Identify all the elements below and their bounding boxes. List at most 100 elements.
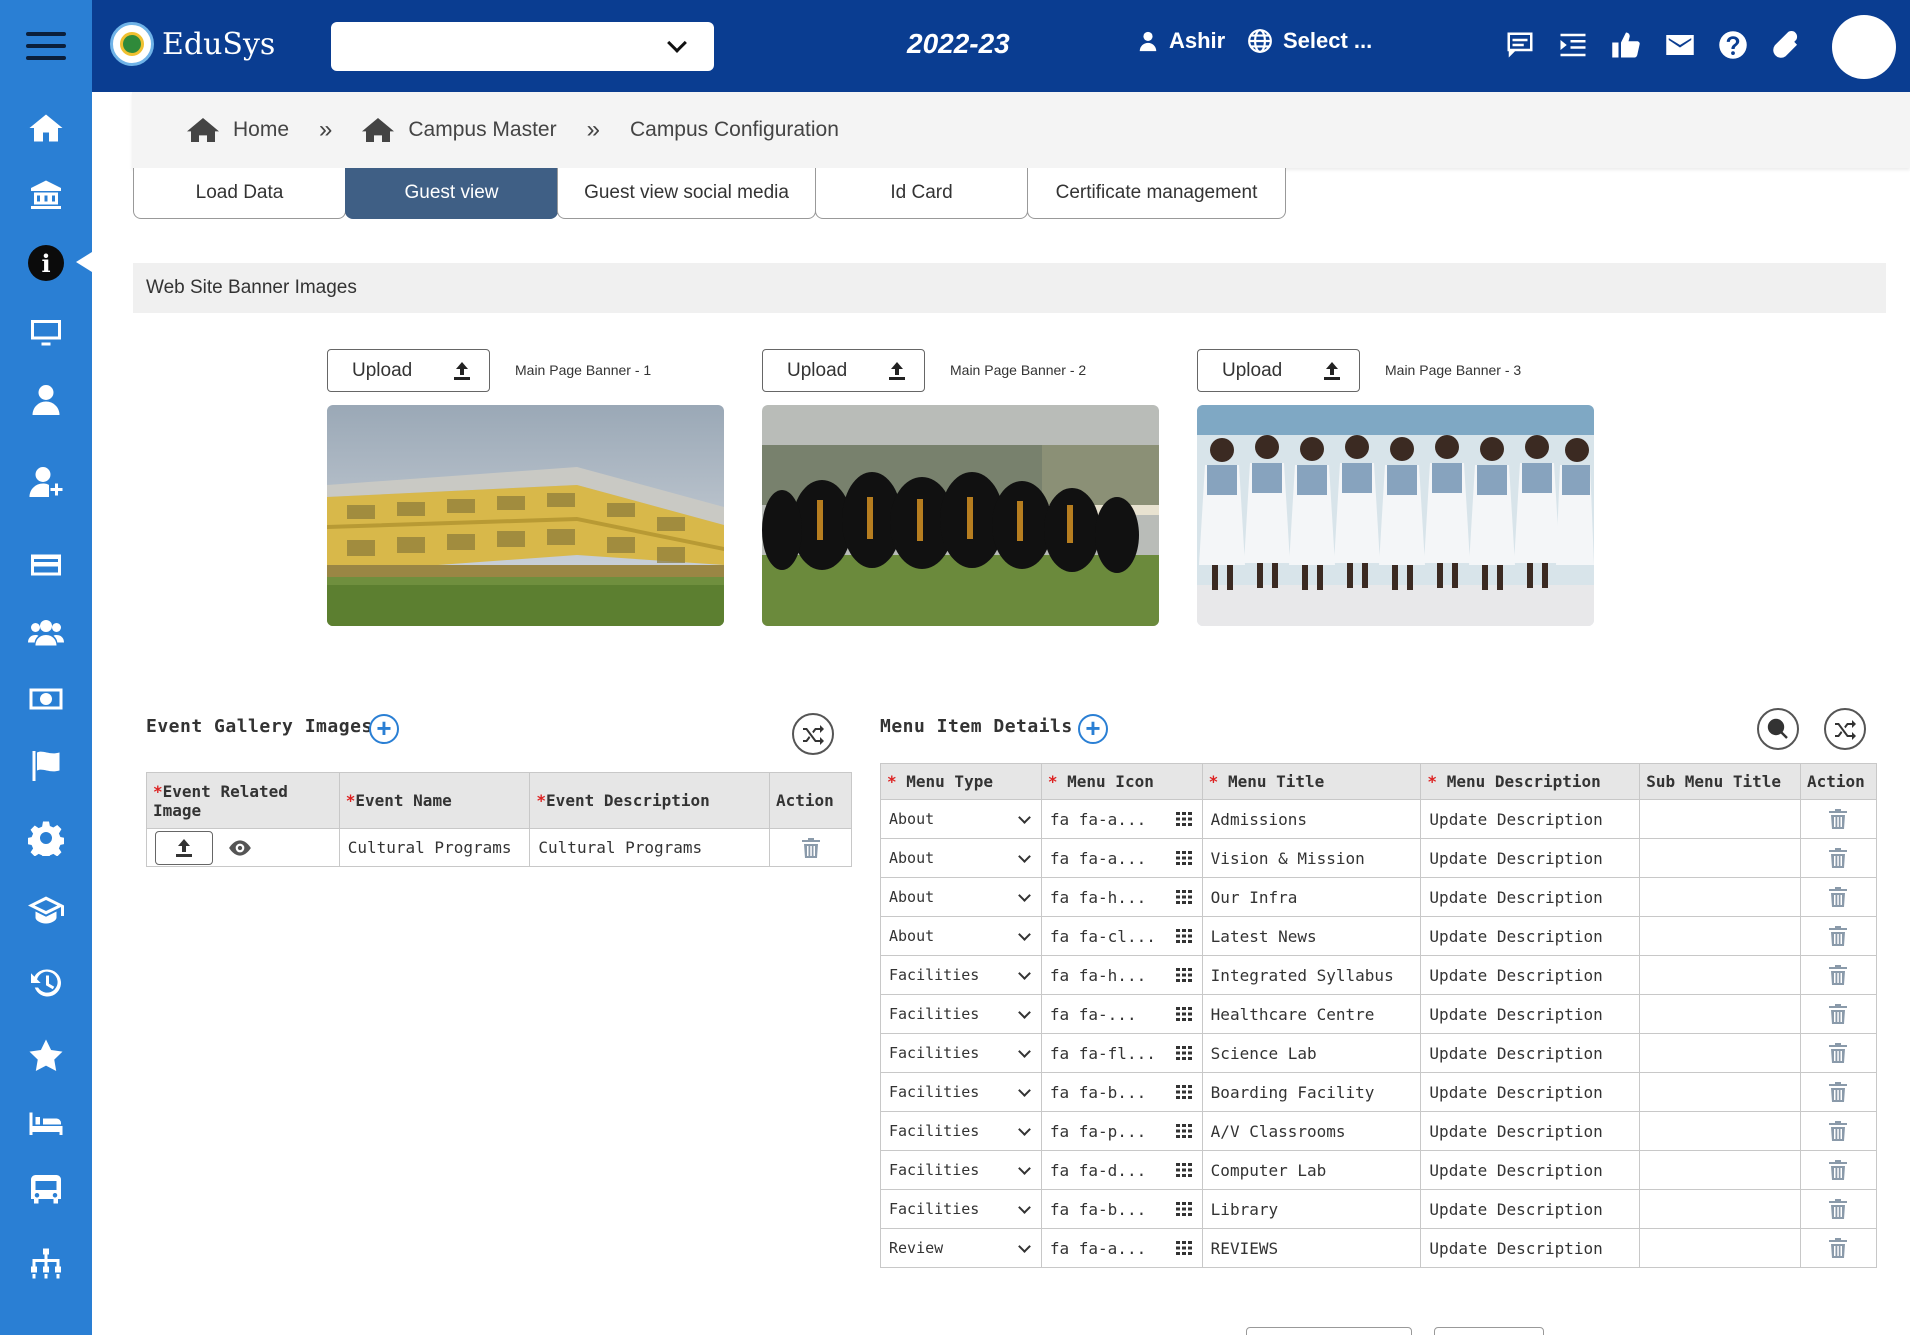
menu-description-cell[interactable]: Update Description <box>1420 916 1641 956</box>
menu-icon-field[interactable]: fa fa-p... <box>1040 1111 1203 1151</box>
menu-description-cell[interactable]: Update Description <box>1420 1228 1641 1268</box>
event-description-cell[interactable]: Cultural Programs <box>529 828 770 867</box>
grid-icon[interactable] <box>1175 1202 1192 1216</box>
menu-type-select[interactable]: Facilities <box>880 1033 1042 1073</box>
institution-icon[interactable] <box>26 174 66 214</box>
trash-icon[interactable] <box>1828 808 1848 830</box>
menu-icon-field[interactable]: fa fa-a... <box>1040 799 1203 839</box>
menu-icon-field[interactable]: fa fa-h... <box>1040 877 1203 917</box>
menu-type-select[interactable]: Facilities <box>880 1111 1042 1151</box>
menu-title-cell[interactable]: Science Lab <box>1201 1033 1422 1073</box>
menu-description-cell[interactable]: Update Description <box>1420 799 1641 839</box>
trash-icon[interactable] <box>1828 1159 1848 1181</box>
thumbs-up-icon[interactable] <box>1611 30 1641 60</box>
sitemap-icon[interactable] <box>26 1245 66 1285</box>
bottom-button-2[interactable] <box>1434 1327 1544 1335</box>
gear-icon[interactable] <box>26 818 66 858</box>
menu-type-select[interactable]: Review <box>880 1228 1042 1268</box>
trash-icon[interactable] <box>1828 886 1848 908</box>
sub-menu-title-cell[interactable] <box>1639 1072 1801 1112</box>
tab-load-data[interactable]: Load Data <box>133 168 346 219</box>
sub-menu-title-cell[interactable] <box>1639 994 1801 1034</box>
tab-guest-view[interactable]: Guest view <box>345 168 558 219</box>
breadcrumb-home[interactable]: Home <box>187 116 289 144</box>
home-icon[interactable] <box>26 108 66 148</box>
sub-menu-title-cell[interactable] <box>1639 1228 1801 1268</box>
menu-title-cell[interactable]: Vision & Mission <box>1201 838 1422 878</box>
grid-icon[interactable] <box>1175 812 1192 826</box>
menu-icon-field[interactable]: fa fa-a... <box>1040 1228 1203 1268</box>
menu-type-select[interactable]: Facilities <box>880 994 1042 1034</box>
menu-title-cell[interactable]: Admissions <box>1201 799 1422 839</box>
menu-type-select[interactable]: Facilities <box>880 1150 1042 1190</box>
menu-type-select[interactable]: Facilities <box>880 1072 1042 1112</box>
monitor-icon[interactable] <box>26 312 66 352</box>
menu-type-select[interactable]: About <box>880 877 1042 917</box>
trash-icon[interactable] <box>1828 1081 1848 1103</box>
menu-title-cell[interactable]: Integrated Syllabus <box>1201 955 1422 995</box>
menu-type-select[interactable]: About <box>880 838 1042 878</box>
menu-description-cell[interactable]: Update Description <box>1420 955 1641 995</box>
trash-icon[interactable] <box>1828 1120 1848 1142</box>
user-add-icon[interactable] <box>26 462 66 502</box>
menu-title-cell[interactable]: Computer Lab <box>1201 1150 1422 1190</box>
grid-icon[interactable] <box>1175 851 1192 865</box>
user-icon[interactable] <box>26 380 66 420</box>
menu-icon-field[interactable]: fa fa-... <box>1040 994 1203 1034</box>
graduation-cap-icon[interactable] <box>26 890 66 930</box>
search-menu-button[interactable] <box>1757 708 1799 750</box>
academic-year[interactable]: 2022-23 <box>907 28 1010 60</box>
menu-icon-field[interactable]: fa fa-b... <box>1040 1189 1203 1229</box>
menu-description-cell[interactable]: Update Description <box>1420 994 1641 1034</box>
shuffle-menu-button[interactable] <box>1824 708 1866 750</box>
help-icon[interactable] <box>1718 30 1748 60</box>
grid-icon[interactable] <box>1175 1046 1192 1060</box>
sub-menu-title-cell[interactable] <box>1639 1150 1801 1190</box>
grid-icon[interactable] <box>1175 1085 1192 1099</box>
card-icon[interactable] <box>26 545 66 585</box>
menu-title-cell[interactable]: Healthcare Centre <box>1201 994 1422 1034</box>
upload-image-button[interactable] <box>155 830 213 865</box>
menu-description-cell[interactable]: Update Description <box>1420 1033 1641 1073</box>
sub-menu-title-cell[interactable] <box>1639 799 1801 839</box>
avatar[interactable] <box>1832 15 1896 79</box>
menu-title-cell[interactable]: Boarding Facility <box>1201 1072 1422 1112</box>
top-dropdown[interactable] <box>331 22 714 71</box>
star-icon[interactable] <box>26 1036 66 1076</box>
menu-type-select[interactable]: Facilities <box>880 955 1042 995</box>
eye-icon[interactable] <box>227 839 253 857</box>
sub-menu-title-cell[interactable] <box>1639 1189 1801 1229</box>
menu-icon-field[interactable]: fa fa-fl... <box>1040 1033 1203 1073</box>
menu-description-cell[interactable]: Update Description <box>1420 877 1641 917</box>
upload-button-banner-1[interactable]: Upload <box>327 349 490 392</box>
tab-certificate-management[interactable]: Certificate management <box>1027 168 1286 219</box>
trash-icon[interactable] <box>1828 925 1848 947</box>
add-event-button[interactable]: + <box>369 714 399 744</box>
grid-icon[interactable] <box>1175 1241 1192 1255</box>
users-icon[interactable] <box>26 612 66 652</box>
menu-description-cell[interactable]: Update Description <box>1420 1189 1641 1229</box>
grid-icon[interactable] <box>1175 1124 1192 1138</box>
money-icon[interactable] <box>26 679 66 719</box>
chat-icon[interactable] <box>1505 30 1535 60</box>
menu-description-cell[interactable]: Update Description <box>1420 1150 1641 1190</box>
sub-menu-title-cell[interactable] <box>1639 1111 1801 1151</box>
info-icon[interactable]: i <box>26 243 66 283</box>
user-menu[interactable]: Ashir <box>1137 28 1225 54</box>
breadcrumb-campus-master[interactable]: Campus Master <box>362 116 557 144</box>
tab-guest-view-social-media[interactable]: Guest view social media <box>557 168 816 219</box>
bus-icon[interactable] <box>26 1170 66 1210</box>
menu-description-cell[interactable]: Update Description <box>1420 1111 1641 1151</box>
menu-description-cell[interactable]: Update Description <box>1420 1072 1641 1112</box>
history-icon[interactable] <box>26 963 66 1003</box>
menu-title-cell[interactable]: Our Infra <box>1201 877 1422 917</box>
sub-menu-title-cell[interactable] <box>1639 877 1801 917</box>
upload-button-banner-2[interactable]: Upload <box>762 349 925 392</box>
event-name-cell[interactable]: Cultural Programs <box>338 828 531 867</box>
trash-icon[interactable] <box>1828 1198 1848 1220</box>
trash-icon[interactable] <box>1828 847 1848 869</box>
flag-icon[interactable] <box>26 746 66 786</box>
grid-icon[interactable] <box>1175 929 1192 943</box>
grid-icon[interactable] <box>1175 968 1192 982</box>
sub-menu-title-cell[interactable] <box>1639 916 1801 956</box>
